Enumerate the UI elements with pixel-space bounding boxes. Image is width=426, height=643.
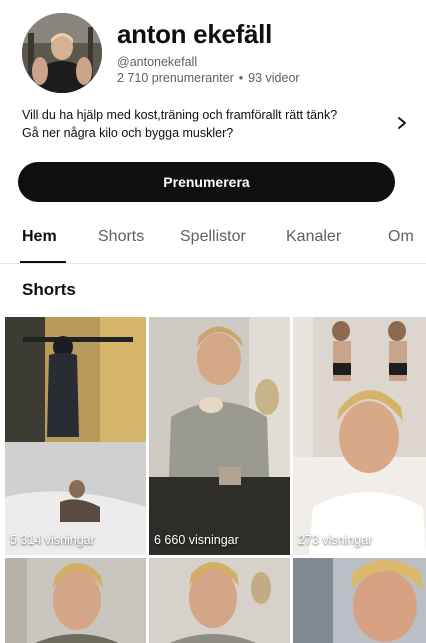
view-count: 273 visningar — [298, 533, 373, 547]
channel-name: anton ekefäll — [117, 19, 273, 49]
view-count: 6 660 visningar — [154, 533, 239, 547]
description-line: Gå ner några kilo och bygga muskler? — [22, 126, 234, 140]
subscriber-count: 2 710 prenumeranter — [117, 71, 234, 85]
short-thumbnail-image — [149, 317, 290, 555]
video-count: 93 videor — [248, 71, 300, 85]
short-thumbnail[interactable] — [293, 558, 426, 643]
tab-channels[interactable]: Kanaler — [286, 228, 341, 246]
description-line: Vill du ha hjälp med kost,träning och fr… — [22, 108, 338, 122]
channel-page: anton ekefäll @antonekefall 2 710 prenum… — [0, 0, 426, 643]
tab-playlists[interactable]: Spellistor — [180, 228, 246, 246]
short-thumbnail[interactable] — [149, 558, 290, 643]
short-thumbnail-image — [149, 558, 290, 643]
stats-separator: • — [238, 71, 244, 85]
tab-shorts[interactable]: Shorts — [98, 228, 144, 246]
tab-about[interactable]: Om — [388, 228, 414, 246]
active-tab-indicator — [20, 261, 66, 263]
short-thumbnail[interactable]: 6 660 visningar — [149, 317, 290, 555]
short-thumbnail-image — [5, 317, 146, 555]
avatar-photo — [22, 13, 102, 93]
channel-handle: @antonekefall — [117, 55, 198, 69]
channel-stats: 2 710 prenumeranter • 93 videor — [117, 71, 300, 85]
tab-home[interactable]: Hem — [22, 228, 57, 246]
subscribe-button[interactable]: Prenumerera — [18, 162, 395, 202]
short-thumbnail[interactable] — [5, 558, 146, 643]
short-thumbnail-image — [293, 317, 426, 555]
view-count: 5 314 visningar — [10, 533, 95, 547]
chevron-right-icon[interactable] — [395, 114, 409, 132]
short-thumbnail[interactable]: 5 314 visningar — [5, 317, 146, 555]
short-thumbnail[interactable]: 273 visningar — [293, 317, 426, 555]
short-thumbnail-image — [5, 558, 146, 643]
channel-avatar[interactable] — [22, 13, 102, 93]
short-thumbnail-image — [293, 558, 426, 643]
channel-tabs: Hem Shorts Spellistor Kanaler Om — [0, 214, 426, 264]
shorts-section-title: Shorts — [22, 280, 76, 299]
channel-description[interactable]: Vill du ha hjälp med kost,träning och fr… — [22, 106, 387, 142]
